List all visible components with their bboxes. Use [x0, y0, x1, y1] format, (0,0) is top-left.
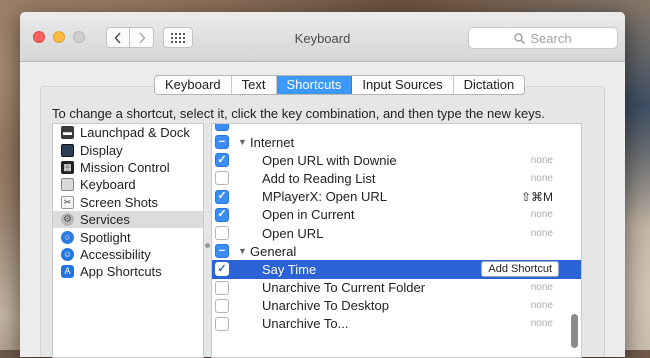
shortcut-key[interactable]: none	[531, 209, 553, 220]
keyboard-icon	[61, 178, 74, 192]
list-item[interactable]: Unarchive To Desktop none	[212, 297, 581, 315]
display-icon	[61, 143, 74, 157]
screenshot-icon: ✂	[61, 195, 74, 209]
instruction-text: To change a shortcut, select it, click t…	[52, 106, 545, 121]
shortcut-key[interactable]: none	[531, 318, 553, 329]
list-item[interactable]: ✓ MPlayerX: Open URL ⇧⌘M	[212, 188, 581, 206]
checkbox[interactable]	[215, 298, 229, 313]
title-bar: Keyboard Search	[20, 12, 625, 62]
shortcut-name: Say Time	[262, 261, 317, 277]
search-icon	[514, 32, 526, 44]
category-services[interactable]: ⚙ Services	[53, 210, 203, 229]
category-app-shortcuts[interactable]: A App Shortcuts	[53, 263, 203, 280]
tab-dictation[interactable]: Dictation	[453, 76, 525, 94]
shortcut-name: Unarchive To Current Folder	[262, 280, 426, 296]
shortcut-key[interactable]: none	[531, 300, 553, 311]
app-shortcuts-icon: A	[61, 265, 74, 279]
category-label: Accessibility	[80, 246, 151, 262]
category-label: Keyboard	[80, 177, 136, 193]
category-label: Spotlight	[80, 229, 131, 245]
checkbox[interactable]: ✓	[215, 153, 229, 168]
category-display[interactable]: Display	[53, 141, 203, 158]
shortcut-key[interactable]: none	[531, 173, 553, 184]
group-name: Internet	[250, 134, 295, 150]
list-item[interactable]: Unarchive To... none	[212, 315, 581, 333]
group-checkbox[interactable]: −	[215, 135, 229, 150]
accessibility-icon: ☺	[61, 247, 74, 261]
group-name: General	[250, 243, 297, 259]
category-spotlight[interactable]: ○ Spotlight	[53, 228, 203, 245]
search-field[interactable]: Search	[468, 27, 618, 49]
category-label: Mission Control	[80, 159, 170, 175]
shortcut-key[interactable]: ⇧⌘M	[521, 190, 553, 204]
group-checkbox[interactable]: −	[215, 124, 229, 131]
category-list: ▬ Launchpad & Dock Display ▦ Mission Con…	[52, 123, 204, 358]
category-mission-control[interactable]: ▦ Mission Control	[53, 159, 203, 176]
group-header-general[interactable]: − ▼ General	[212, 242, 581, 260]
shortcut-name: Unarchive To...	[262, 316, 349, 332]
list-item[interactable]: Add to Reading List none	[212, 169, 581, 187]
checkbox[interactable]	[215, 280, 229, 295]
list-item-selected[interactable]: ✓ Say Time Add Shortcut	[212, 260, 581, 279]
shortcut-name: Open in Current	[262, 207, 355, 223]
tab-shortcuts[interactable]: Shortcuts	[276, 76, 353, 94]
spotlight-icon: ○	[61, 230, 74, 244]
shortcut-name: Open URL with Downie	[262, 152, 397, 168]
shortcut-list: − − ▼ Internet ✓ Open URL with Downie no…	[211, 123, 582, 358]
category-label: App Shortcuts	[80, 264, 162, 280]
category-keyboard[interactable]: Keyboard	[53, 176, 203, 193]
category-accessibility[interactable]: ☺ Accessibility	[53, 246, 203, 263]
category-label: Launchpad & Dock	[80, 125, 190, 141]
shortcut-key[interactable]: none	[531, 228, 553, 239]
shortcut-key[interactable]: none	[531, 282, 553, 293]
disclosure-triangle-icon[interactable]: ▼	[238, 137, 247, 147]
checkbox[interactable]	[215, 171, 229, 186]
tab-bar: Keyboard Text Shortcuts Input Sources Di…	[154, 75, 526, 95]
checkbox[interactable]: ✓	[215, 207, 229, 222]
shortcut-name: MPlayerX: Open URL	[262, 189, 387, 205]
group-header-internet[interactable]: − ▼ Internet	[212, 133, 581, 151]
gear-icon: ⚙	[61, 213, 74, 227]
launchpad-icon: ▬	[61, 126, 74, 140]
category-launchpad-dock[interactable]: ▬ Launchpad & Dock	[53, 124, 203, 141]
list-item[interactable]: Unarchive To Current Folder none	[212, 279, 581, 297]
tab-keyboard[interactable]: Keyboard	[155, 76, 232, 94]
checkbox[interactable]: ✓	[215, 262, 229, 277]
shortcut-name: Add to Reading List	[262, 170, 376, 186]
list-item-partial: −	[212, 124, 581, 133]
list-item[interactable]: ✓ Open URL with Downie none	[212, 151, 581, 169]
category-label: Display	[80, 142, 123, 158]
shortcut-name: Unarchive To Desktop	[262, 298, 389, 314]
checkbox[interactable]	[215, 226, 229, 241]
shortcut-name: Open URL	[262, 225, 324, 241]
category-screen-shots[interactable]: ✂ Screen Shots	[53, 194, 203, 211]
tab-input-sources[interactable]: Input Sources	[352, 76, 454, 94]
checkbox[interactable]: ✓	[215, 189, 229, 204]
checkbox[interactable]	[215, 316, 229, 331]
disclosure-triangle-icon[interactable]: ▼	[238, 246, 247, 256]
split-view-handle[interactable]	[204, 123, 211, 358]
add-shortcut-button[interactable]: Add Shortcut	[481, 261, 559, 278]
mission-control-icon: ▦	[61, 160, 74, 174]
group-checkbox[interactable]: −	[215, 244, 229, 259]
shortcut-key[interactable]: none	[531, 155, 553, 166]
scrollbar-thumb[interactable]	[571, 314, 578, 348]
category-label: Screen Shots	[80, 194, 159, 210]
list-item[interactable]: ✓ Open in Current none	[212, 206, 581, 224]
search-placeholder: Search	[530, 30, 572, 46]
list-item[interactable]: Open URL none	[212, 224, 581, 242]
tab-text[interactable]: Text	[231, 76, 277, 94]
category-label: Services	[80, 212, 130, 228]
